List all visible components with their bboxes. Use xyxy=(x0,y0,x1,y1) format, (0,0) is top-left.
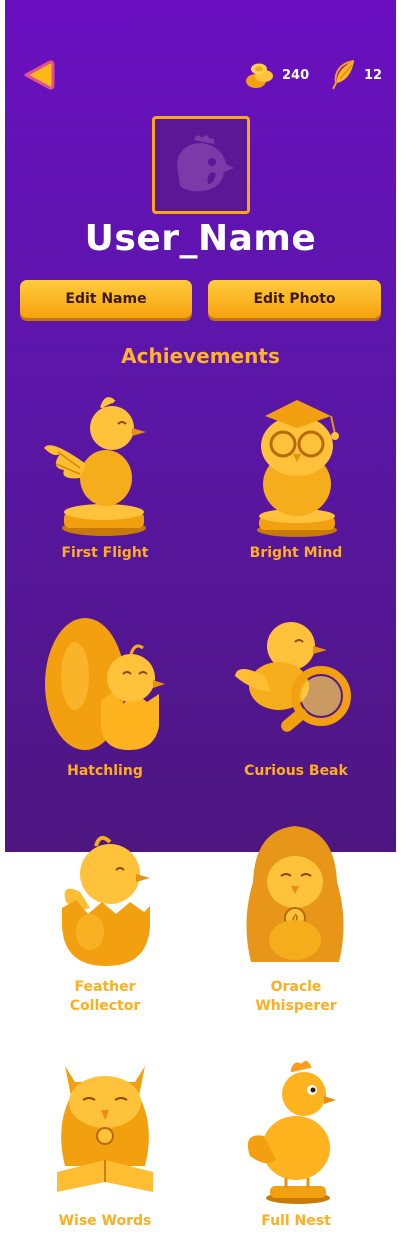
achievement-full-nest[interactable]: Full Nest xyxy=(211,1056,381,1231)
back-arrow-icon xyxy=(24,60,55,90)
achievement-wise-words[interactable]: Wise Words xyxy=(20,1056,190,1231)
achievement-feather-collector[interactable]: Feather Collector xyxy=(20,822,190,1016)
avatar[interactable] xyxy=(152,116,250,214)
chick-hatching-egg-icon xyxy=(45,618,165,750)
achievement-label: Full Nest xyxy=(261,1213,331,1229)
achievement-label: First Flight xyxy=(61,545,149,561)
achievement-label: Wise Words xyxy=(58,1213,152,1229)
feather-icon xyxy=(332,60,355,90)
achievement-hatchling[interactable]: Hatchling xyxy=(20,606,190,781)
coin-count: 240 xyxy=(282,67,310,83)
achievement-label: Curious Beak xyxy=(244,763,348,779)
achievement-label: Bright Mind xyxy=(249,545,343,561)
owl-reading-book-icon xyxy=(57,1066,153,1192)
chick-flapping-trophy-icon xyxy=(44,397,146,536)
hen-trophy-icon xyxy=(247,1061,336,1204)
feather-count: 12 xyxy=(364,67,383,83)
achievement-curious-beak[interactable]: Curious Beak xyxy=(211,606,381,781)
back-button[interactable] xyxy=(22,58,56,92)
chick-in-shell-icon xyxy=(62,835,150,966)
feather-counter: 12 xyxy=(330,58,382,92)
achievement-oracle-whisperer[interactable]: Oracle Whisperer xyxy=(211,822,381,1016)
owl-graduate-trophy-icon xyxy=(257,400,339,537)
hooded-bird-icon xyxy=(246,826,344,962)
chick-magnifier-icon xyxy=(235,622,351,732)
achievements-title: Achievements xyxy=(121,344,280,368)
achievement-label: Oracle Whisperer xyxy=(255,979,337,1014)
rooster-avatar-icon xyxy=(177,135,234,192)
edit-name-button[interactable]: Edit Name xyxy=(20,280,192,318)
coins-icon xyxy=(246,63,273,88)
edit-photo-button[interactable]: Edit Photo xyxy=(208,280,381,318)
username: User_Name xyxy=(84,218,317,259)
coin-counter: 240 xyxy=(244,58,309,92)
achievement-first-flight[interactable]: First Flight xyxy=(20,388,190,563)
achievement-label: Feather Collector xyxy=(69,979,141,1014)
achievement-bright-mind[interactable]: Bright Mind xyxy=(211,388,381,563)
achievement-label: Hatchling xyxy=(67,763,143,779)
